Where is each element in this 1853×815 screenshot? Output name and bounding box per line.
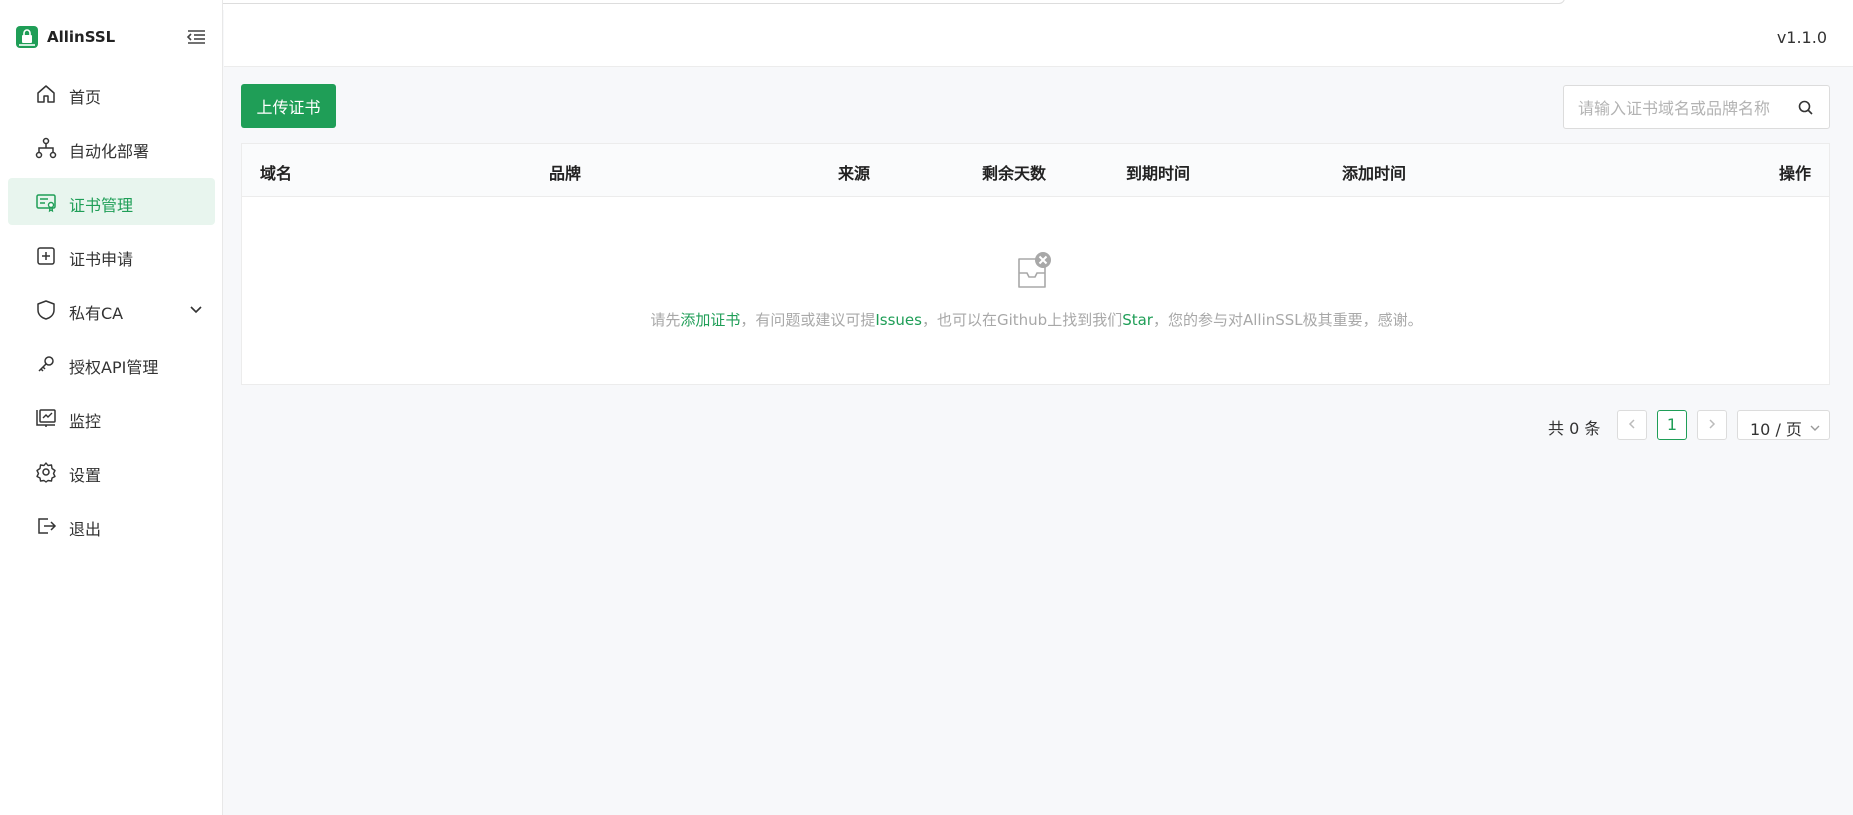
home-icon [35, 83, 57, 105]
brand: AllinSSL [0, 18, 223, 58]
search-icon[interactable] [1797, 99, 1815, 117]
sidebar-item-label: 证书申请 [69, 250, 134, 269]
api-key-icon [35, 353, 57, 375]
sidebar-item-label: 证书管理 [69, 196, 134, 215]
empty-state-message: 请先添加证书，有问题或建议可提Issues，也可以在Github上找到我们Sta… [242, 309, 1831, 330]
sidebar-item-label: 设置 [69, 466, 102, 485]
table-header: 域名 品牌 来源 剩余天数 到期时间 添加时间 操作 [242, 144, 1829, 197]
version-label: v1.1.0 [1776, 28, 1827, 47]
sidebar-item-cert-management[interactable]: 证书管理 [8, 178, 215, 225]
logout-icon [35, 515, 57, 537]
column-header-brand: 品牌 [549, 164, 582, 183]
top-header: v1.1.0 [224, 10, 1853, 67]
empty-inbox-icon [1015, 251, 1055, 291]
next-page-button[interactable] [1697, 410, 1727, 440]
column-header-added-time: 添加时间 [1342, 164, 1407, 183]
workflow-icon [35, 137, 57, 159]
certificate-table: 域名 品牌 来源 剩余天数 到期时间 添加时间 操作 请先添加证书，有问题或建议… [241, 143, 1830, 385]
empty-text-part: ，您的参与对AllinSSL极其重要，感谢。 [1152, 311, 1423, 329]
logo-icon [16, 26, 38, 48]
chevron-left-icon [1628, 419, 1635, 429]
brand-name: AllinSSL [47, 28, 116, 46]
search-box [1563, 85, 1830, 129]
sidebar-item-private-ca[interactable]: 私有CA [8, 286, 215, 333]
prev-page-button[interactable] [1617, 410, 1647, 440]
chevron-down-icon [1809, 420, 1821, 432]
chevron-down-icon[interactable] [188, 301, 204, 317]
sidebar-menu: 首页 自动化部署 证书管理 证书申请 私有CA 授权API管理 监控 设置 退出 [8, 70, 215, 556]
plus-square-icon [35, 245, 57, 267]
upload-certificate-button[interactable]: 上传证书 [241, 84, 336, 128]
pagination-total: 共 0 条 [1548, 419, 1601, 438]
gear-icon [35, 461, 57, 483]
chevron-right-icon [1709, 419, 1716, 429]
sidebar-item-label: 监控 [69, 412, 102, 431]
column-header-days-remaining: 剩余天数 [982, 164, 1047, 183]
page-number-button[interactable]: 1 [1657, 410, 1687, 440]
sidebar-item-label: 授权API管理 [69, 358, 159, 377]
sidebar: AllinSSL 首页 自动化部署 证书管理 证书申请 私有CA 授权API管理… [0, 0, 223, 815]
column-header-expiry-time: 到期时间 [1126, 164, 1191, 183]
sidebar-item-label: 首页 [69, 88, 102, 107]
empty-text-part: 请先 [650, 311, 681, 329]
collapse-sidebar-icon[interactable] [185, 27, 207, 47]
sidebar-item-label: 私有CA [69, 304, 124, 323]
sidebar-item-logout[interactable]: 退出 [8, 502, 215, 549]
sidebar-item-cert-apply[interactable]: 证书申请 [8, 232, 215, 279]
certificate-icon [35, 191, 57, 213]
page-size-value: 10 / 页 [1750, 420, 1802, 439]
add-certificate-link[interactable]: 添加证书 [680, 311, 740, 329]
sidebar-item-api-management[interactable]: 授权API管理 [8, 340, 215, 387]
column-header-source: 来源 [838, 164, 871, 183]
sidebar-item-label: 退出 [69, 520, 102, 539]
empty-text-part: ，有问题或建议可提 [740, 311, 876, 329]
sidebar-item-monitor[interactable]: 监控 [8, 394, 215, 441]
sidebar-item-settings[interactable]: 设置 [8, 448, 215, 495]
monitor-icon [35, 407, 57, 429]
empty-text-part: ，也可以在Github上找到我们 [921, 311, 1123, 329]
search-input[interactable] [1578, 96, 1788, 120]
sidebar-item-auto-deploy[interactable]: 自动化部署 [8, 124, 215, 171]
browser-strip [0, 0, 1853, 10]
star-link[interactable]: Star [1122, 311, 1153, 329]
page-size-select[interactable]: 10 / 页 [1737, 410, 1830, 440]
column-header-actions: 操作 [1778, 164, 1811, 183]
sidebar-item-label: 自动化部署 [69, 142, 150, 161]
sidebar-item-home[interactable]: 首页 [8, 70, 215, 117]
shield-icon [35, 299, 57, 321]
issues-link[interactable]: Issues [875, 311, 922, 329]
column-header-domain: 域名 [260, 164, 293, 183]
